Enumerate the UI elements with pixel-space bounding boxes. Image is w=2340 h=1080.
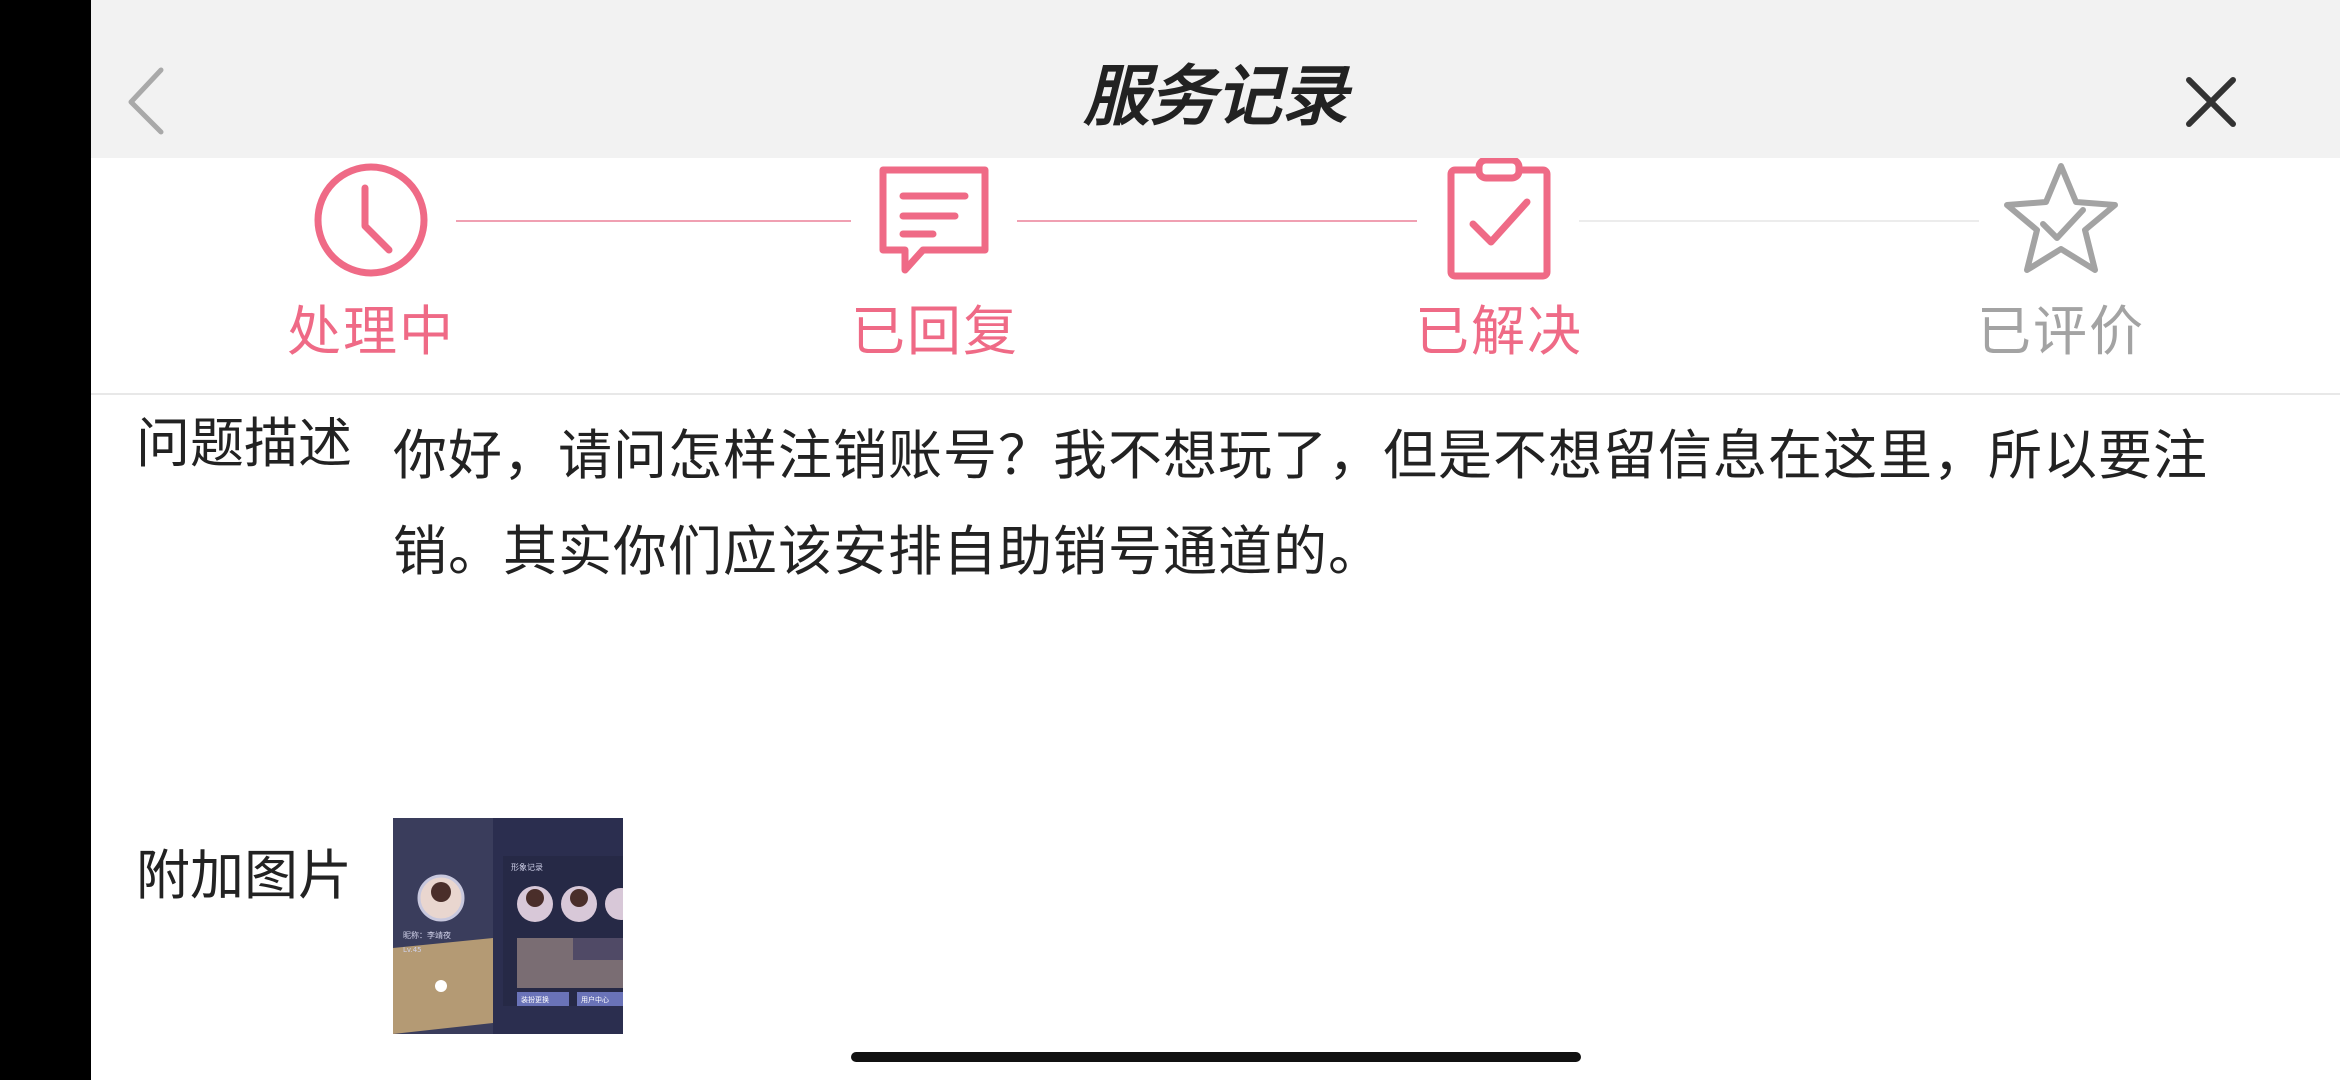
step-processing: 处理中 — [241, 158, 501, 364]
step-label-rated: 已评价 — [1977, 300, 2145, 363]
problem-text: 你好，请问怎样注销账号？我不想玩了，但是不想留信息在这里，所以要注销。其实你们应… — [393, 424, 2208, 583]
header-bar: 服务记录 — [91, 0, 2340, 158]
step-label-resolved: 已解决 — [1415, 300, 1583, 363]
step-connector-3 — [1579, 220, 1979, 222]
step-connector-2 — [1017, 220, 1417, 222]
home-indicator[interactable] — [851, 1052, 1581, 1062]
problem-label: 问题描述 — [136, 412, 352, 475]
close-icon — [2186, 77, 2236, 127]
thumb-button-right: 用户中心 — [581, 995, 609, 1004]
step-rated: 已评价 — [1931, 158, 2191, 364]
screen: 服务记录 处理中 已回复 已解决 已评价 问题描述 你好，请问怎样注销账号？我不… — [91, 0, 2340, 1080]
step-resolved: 已解决 — [1369, 158, 1629, 364]
attachment-image: 昵称：李靖夜 Lv.45 形象记录 装扮更换 用户中心 — [393, 818, 623, 1034]
clock-icon — [314, 163, 428, 277]
step-label-processing: 处理中 — [287, 300, 455, 363]
thumb-level: Lv.45 — [403, 946, 422, 954]
thumb-profile-label: 昵称：李靖夜 — [403, 930, 451, 940]
thumb-button-left: 装扮更换 — [521, 995, 549, 1004]
attachment-label: 附加图片 — [136, 844, 352, 907]
page-title: 服务记录 — [1083, 58, 1348, 135]
thumb-panel-title: 形象记录 — [511, 862, 543, 872]
step-connector-1 — [456, 220, 851, 222]
step-label-replied: 已回复 — [851, 300, 1019, 363]
step-replied: 已回复 — [805, 158, 1065, 364]
clipboard-check-icon — [1447, 158, 1551, 280]
star-check-icon — [2004, 163, 2118, 273]
progress-steps: 处理中 已回复 已解决 已评价 — [91, 158, 2340, 395]
attachment-thumbnail[interactable]: 昵称：李靖夜 Lv.45 形象记录 装扮更换 用户中心 — [393, 818, 623, 1034]
message-icon — [879, 166, 989, 274]
close-button[interactable] — [2181, 72, 2241, 132]
